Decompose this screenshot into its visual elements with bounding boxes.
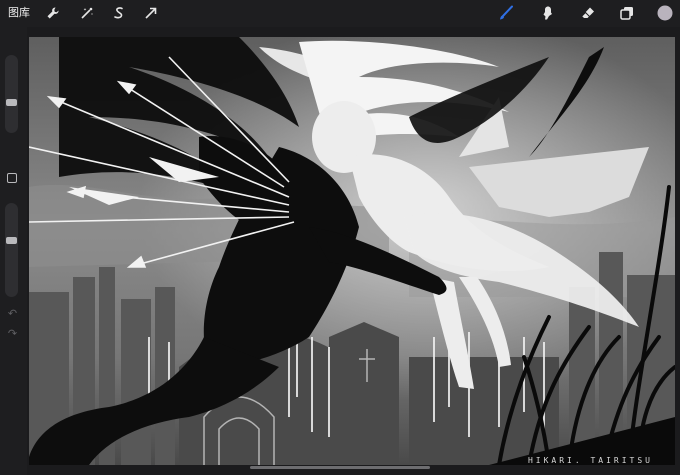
- home-indicator[interactable]: [250, 466, 430, 469]
- adjustments-icon[interactable]: [78, 4, 96, 22]
- brush-size-slider[interactable]: [5, 55, 18, 133]
- modify-button[interactable]: [7, 173, 17, 183]
- redo-icon[interactable]: ↷: [6, 327, 19, 340]
- brush-opacity-slider[interactable]: [5, 203, 18, 297]
- brush-opacity-thumb[interactable]: [6, 237, 17, 244]
- artwork-canvas[interactable]: [29, 37, 675, 465]
- color-swatch[interactable]: [656, 4, 674, 22]
- transform-icon[interactable]: [142, 4, 160, 22]
- left-sidebar: ↶ ↷: [0, 27, 27, 475]
- undo-icon[interactable]: ↶: [6, 307, 19, 320]
- selection-icon[interactable]: [110, 4, 128, 22]
- eraser-icon[interactable]: [579, 4, 597, 22]
- artwork-illustration: [29, 37, 675, 465]
- layers-icon[interactable]: [618, 4, 636, 22]
- top-toolbar: 图库: [0, 0, 680, 27]
- smudge-icon[interactable]: [538, 4, 556, 22]
- actions-icon[interactable]: [44, 4, 62, 22]
- canvas-area: HIKARI. TAIRITSU: [27, 27, 680, 475]
- gallery-button[interactable]: 图库: [8, 4, 30, 22]
- artist-signature: HIKARI. TAIRITSU: [527, 456, 653, 465]
- brush-icon[interactable]: [497, 4, 515, 22]
- brush-size-thumb[interactable]: [6, 99, 17, 106]
